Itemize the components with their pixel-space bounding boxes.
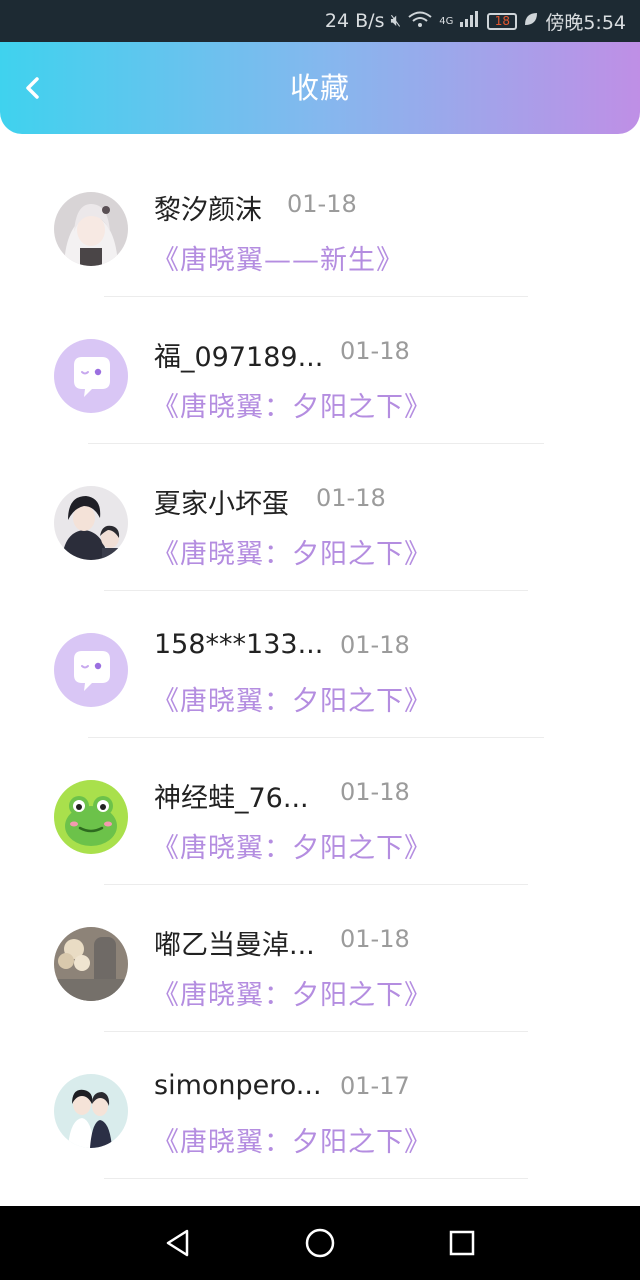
- list-item[interactable]: simonpero... 01-17 《唐晓翼：夕阳之下》: [0, 1032, 640, 1179]
- book-title[interactable]: 《唐晓翼：夕阳之下》: [152, 532, 432, 571]
- page-title: 收藏: [289, 71, 350, 105]
- avatar: [54, 192, 128, 266]
- username: simonpero...: [154, 1070, 322, 1101]
- avatar: [54, 486, 128, 560]
- username: 嘟乙当曼淖...: [154, 930, 315, 961]
- avatar: [54, 1074, 128, 1148]
- username: 福_097189...: [154, 342, 324, 373]
- book-title[interactable]: 《唐晓翼：夕阳之下》: [152, 1120, 432, 1159]
- date: 01-18: [340, 337, 410, 365]
- username: 神经蛙_76...: [154, 783, 309, 814]
- network-type: 4G: [439, 15, 454, 27]
- date: 01-18: [340, 778, 410, 806]
- square-recents-icon: [449, 1230, 475, 1256]
- username: 夏家小坏蛋: [154, 489, 289, 520]
- date: 01-18: [340, 631, 410, 659]
- book-title[interactable]: 《唐晓翼：夕阳之下》: [152, 679, 432, 718]
- list-item[interactable]: 夏家小坏蛋 01-18 《唐晓翼：夕阳之下》: [0, 444, 640, 591]
- signal-icon: [459, 10, 481, 33]
- nav-home-button[interactable]: [300, 1223, 340, 1263]
- avatar: [54, 633, 128, 707]
- network-speed: 24 B/s: [324, 10, 385, 32]
- mute-icon: 🔇︎: [390, 11, 402, 31]
- nav-back-button[interactable]: [158, 1223, 198, 1263]
- favorites-list: 黎汐颜沫 01-18 《唐晓翼——新生》 福_097189... 01-18 《…: [0, 150, 640, 1179]
- battery-icon: 18: [487, 12, 518, 30]
- book-title[interactable]: 《唐晓翼：夕阳之下》: [152, 826, 432, 865]
- date: 01-18: [340, 925, 410, 953]
- avatar: [54, 780, 128, 854]
- divider: [104, 1178, 528, 1179]
- date: 01-17: [340, 1072, 410, 1100]
- list-item[interactable]: 黎汐颜沫 01-18 《唐晓翼——新生》: [0, 150, 640, 297]
- triangle-back-icon: [166, 1229, 189, 1257]
- avatar: [54, 339, 128, 413]
- list-item[interactable]: 神经蛙_76... 01-18 《唐晓翼：夕阳之下》: [0, 738, 640, 885]
- circle-home-icon: [305, 1228, 335, 1258]
- default-avatar-icon: [54, 633, 128, 707]
- list-item[interactable]: 嘟乙当曼淖... 01-18 《唐晓翼：夕阳之下》: [0, 885, 640, 1032]
- avatar: [54, 927, 128, 1001]
- book-title[interactable]: 《唐晓翼：夕阳之下》: [152, 385, 432, 424]
- default-avatar-icon: [54, 339, 128, 413]
- wifi-icon: [407, 10, 433, 33]
- date: 01-18: [287, 190, 357, 218]
- date: 01-18: [316, 484, 386, 512]
- book-title[interactable]: 《唐晓翼——新生》: [152, 238, 404, 277]
- clock: 傍晚5:54: [545, 11, 626, 34]
- leaf-icon: [523, 11, 539, 32]
- username: 158***133...: [154, 629, 324, 660]
- username: 黎汐颜沫: [154, 195, 262, 226]
- system-nav-bar: [0, 1206, 640, 1280]
- list-item[interactable]: 158***133... 01-18 《唐晓翼：夕阳之下》: [0, 591, 640, 738]
- list-item[interactable]: 福_097189... 01-18 《唐晓翼：夕阳之下》: [0, 297, 640, 444]
- book-title[interactable]: 《唐晓翼：夕阳之下》: [152, 973, 432, 1012]
- app-header: 收藏: [0, 42, 640, 134]
- nav-recents-button[interactable]: [442, 1223, 482, 1263]
